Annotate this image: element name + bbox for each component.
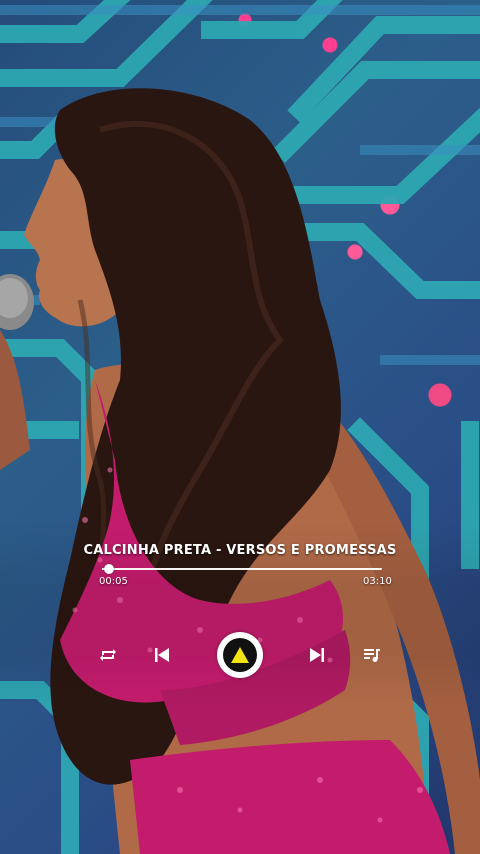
video-background: CALCINHA PRETA - VERSOS E PROMESSAS 00:0… — [0, 0, 480, 854]
skip-previous-icon — [155, 648, 169, 662]
performer-image — [0, 88, 480, 854]
repeat-button[interactable] — [98, 645, 118, 665]
next-button[interactable] — [307, 645, 327, 665]
total-time: 03:10 — [363, 576, 392, 587]
queue-button[interactable] — [362, 645, 382, 665]
play-triangle-icon — [231, 647, 249, 663]
previous-button[interactable] — [152, 645, 172, 665]
play-button-inner — [223, 638, 257, 672]
current-time: 00:05 — [99, 576, 128, 587]
playback-controls — [0, 628, 480, 684]
song-title: CALCINHA PRETA - VERSOS E PROMESSAS — [83, 543, 397, 558]
progress-bar[interactable] — [102, 564, 382, 574]
skip-next-icon — [310, 648, 324, 662]
playlist-icon — [364, 649, 380, 662]
play-button[interactable] — [217, 632, 263, 678]
repeat-icon — [100, 649, 116, 661]
